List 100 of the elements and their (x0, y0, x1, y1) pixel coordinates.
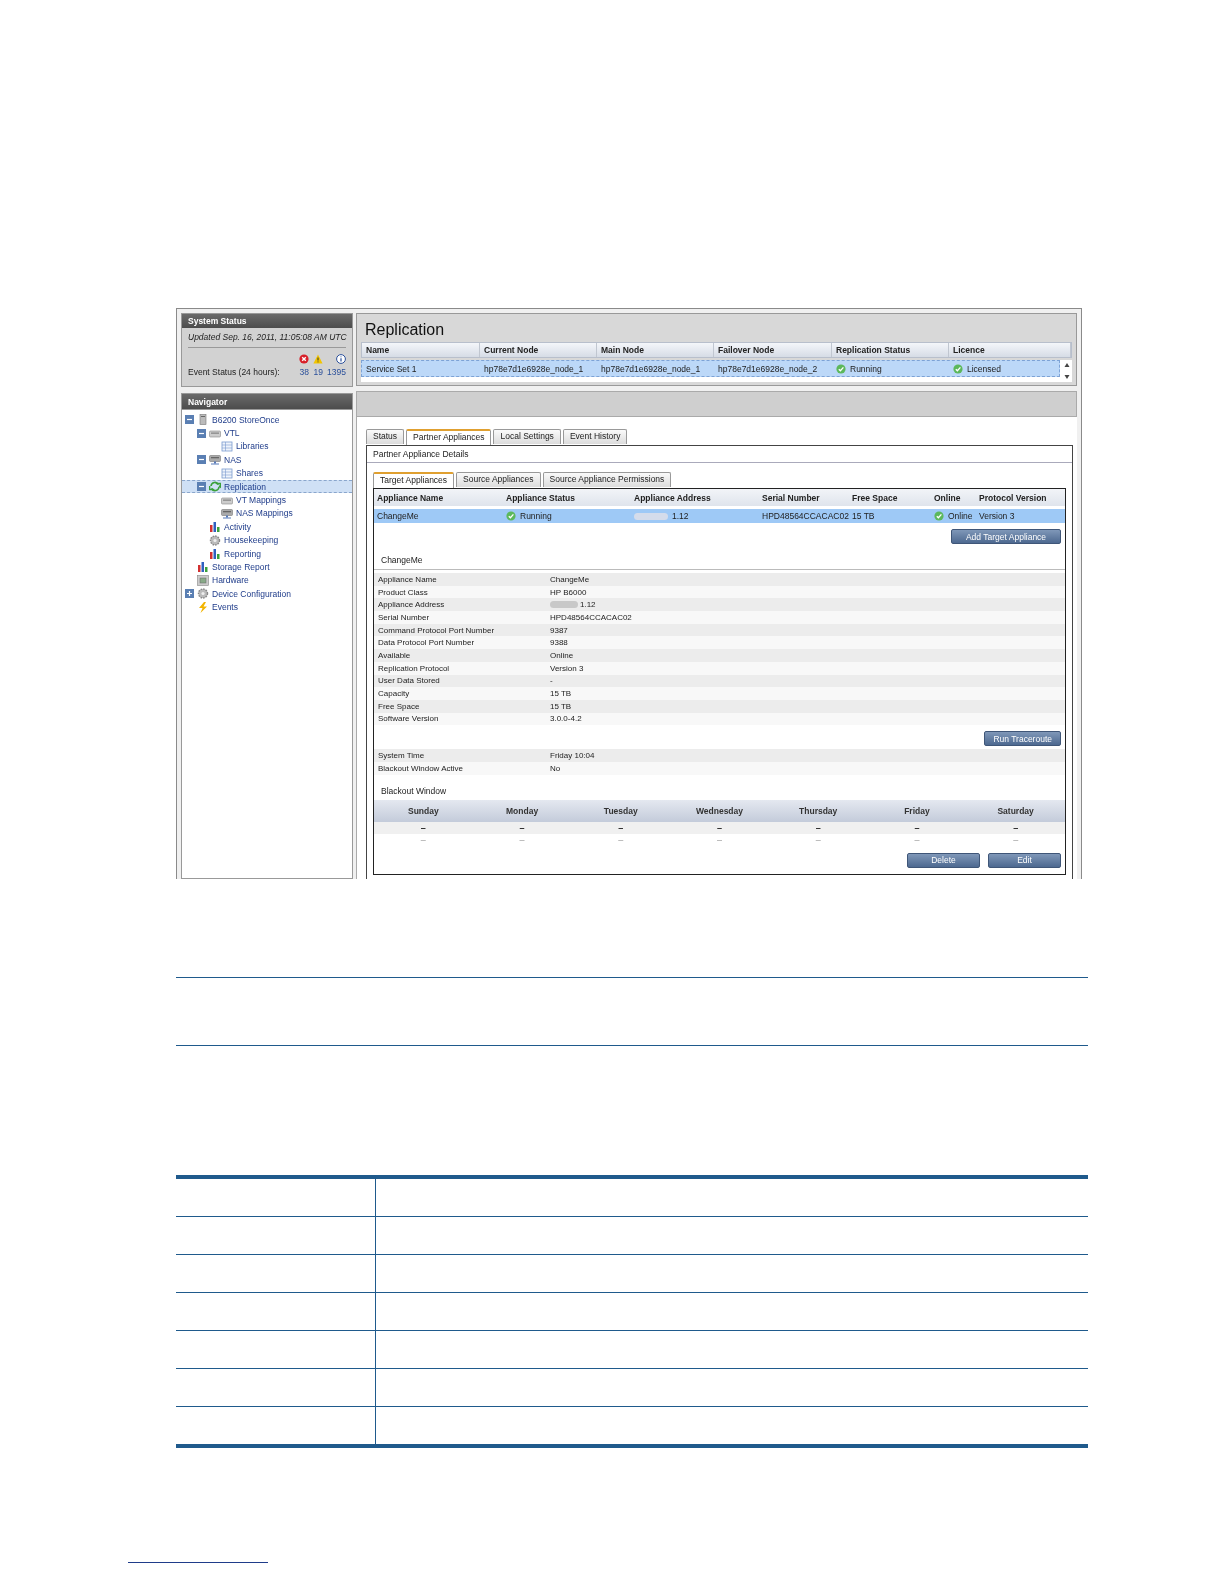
table-cell: – (420, 835, 426, 846)
navigator-item[interactable]: Replication (182, 479, 352, 494)
tab[interactable]: Source Appliance Permissions (542, 472, 672, 487)
section-title: Blackout Window (380, 784, 448, 798)
collapse-icon[interactable] (197, 482, 206, 492)
column-header: Serial Number (761, 492, 821, 503)
field-label: Data Protocol Port Number (377, 638, 476, 648)
column-header: Online (933, 492, 962, 503)
column-header: Appliance Address (633, 492, 712, 503)
expand-icon[interactable] (185, 589, 194, 599)
field-value: Friday 10:04 (550, 751, 595, 761)
navigator-item[interactable]: Activity (182, 520, 352, 534)
table-cell: Running (520, 511, 552, 521)
action-button[interactable]: Edit (988, 852, 1061, 868)
field-value: 9387 (550, 625, 568, 635)
table-cell: 1.12 (672, 511, 689, 521)
column-header: Tuesday (602, 805, 639, 816)
tab[interactable]: Status (366, 429, 405, 444)
field-value: 15 TB (550, 689, 572, 699)
redaction-mark (634, 512, 668, 520)
table-cell-text: hp78e7d1e6928e_node_1 (600, 363, 702, 374)
page-title: Replication (364, 320, 446, 340)
collapse-icon[interactable] (185, 415, 194, 425)
action-button[interactable]: Delete (907, 852, 980, 868)
chart-icon (209, 548, 221, 560)
navigator-item[interactable]: Device Configuration (182, 587, 352, 601)
navigator-item[interactable]: Storage Report (182, 560, 352, 574)
event-count-link[interactable]: 19 (313, 367, 324, 377)
nas-icon (209, 454, 221, 466)
field-value: Version 3 (550, 663, 584, 673)
field-value: HP B6000 (550, 587, 587, 597)
field-label: Appliance Name (377, 574, 438, 584)
collapse-icon[interactable] (197, 455, 206, 465)
table-cell-text: hp78e7d1e6928e_node_1 (483, 363, 585, 374)
tab[interactable]: Source Appliances (456, 472, 541, 487)
run-traceroute-button[interactable]: Run Traceroute (984, 731, 1061, 747)
column-header: Appliance Status (505, 492, 576, 503)
navigator-item[interactable]: Reporting (182, 546, 352, 561)
field-label: Replication Protocol (377, 663, 451, 673)
navigator-item[interactable]: Libraries (182, 439, 352, 454)
panel-header: Navigator (181, 393, 353, 410)
column-header: Failover Node (714, 343, 832, 357)
table-row[interactable]: Service Set 1 hp78e7d1e6928e_node_1 hp78e7d1e6928e_node_1 hp78e7d1e6928e_node_2 Running Licensed (361, 360, 1060, 377)
navigator-item[interactable]: Events (182, 600, 352, 614)
table-cell-text: Service Set 1 (365, 363, 418, 374)
gear-icon (197, 588, 209, 600)
table-cell-text: 15 TB (851, 511, 876, 521)
table-cell: – (519, 822, 525, 833)
table-row[interactable]: ChangeMe Running 1.12 HPD48564CCACAC02 15 TB Online Version 3 (374, 509, 1065, 523)
navigator-item[interactable]: NAS Mappings (182, 506, 352, 521)
tab[interactable]: Event History (562, 429, 628, 444)
column-header: Thursday (798, 805, 839, 816)
table-cell: – (815, 835, 821, 846)
table-cell: – (717, 822, 722, 833)
event-count-link[interactable]: 1395 (327, 367, 346, 377)
tab[interactable]: Local Settings (493, 429, 561, 444)
redaction-mark (550, 601, 578, 609)
field-value: Online (550, 650, 574, 660)
tab[interactable]: Target Appliances (373, 472, 455, 488)
navigator-item[interactable]: VTL (182, 426, 352, 440)
navigator-item[interactable]: Shares (182, 466, 352, 480)
column-header: Main Node (597, 343, 714, 357)
info-icon (336, 354, 346, 364)
field-label: Command Protocol Port Number (377, 625, 496, 635)
table-cell-text: Version 3 (978, 511, 1016, 521)
table-cell: – (717, 835, 722, 846)
column-header: Free Space (851, 492, 899, 503)
field-value: 9388 (550, 638, 568, 648)
table-cell: – (815, 822, 821, 833)
field-value: No (550, 763, 561, 773)
field-label: Serial Number (377, 612, 431, 622)
field-value: HPD48564CCACAC02 (550, 612, 632, 622)
column-header: Name (362, 343, 480, 357)
navigator-item[interactable]: Housekeeping (182, 533, 352, 547)
column-header: Monday (505, 805, 540, 816)
collapse-icon[interactable] (197, 428, 206, 438)
add-target-appliance-button[interactable]: Add Target Appliance (951, 529, 1061, 544)
error-icon (299, 354, 310, 364)
table-cell: – (519, 835, 525, 846)
navigator-item[interactable]: B6200 StoreOnce (182, 413, 352, 427)
table-icon (221, 440, 233, 452)
event-count-link[interactable]: 38 (299, 367, 310, 377)
navigator-item[interactable]: NAS (182, 453, 352, 467)
navigator-item[interactable]: Hardware (182, 573, 352, 588)
column-header: Sunday (407, 805, 440, 816)
table-cell: – (914, 822, 920, 833)
updated-text: Updated Sep. 16, 2011, 11:05:08 AM UTC (188, 332, 346, 348)
field-label: User Data Stored (377, 676, 441, 686)
field-value: 1.12 (580, 600, 596, 610)
field-label: Available (377, 650, 412, 660)
table-icon (221, 467, 233, 479)
server-icon (197, 414, 209, 426)
check-icon (934, 511, 944, 521)
field-label: System Time (377, 751, 426, 761)
navigator-item[interactable]: VT Mappings (182, 493, 352, 507)
column-header: Replication Status (832, 343, 949, 357)
events-icon (197, 601, 209, 613)
check-icon (836, 363, 846, 374)
tab[interactable]: Partner Appliances (406, 429, 492, 445)
hardware-icon (197, 574, 209, 586)
